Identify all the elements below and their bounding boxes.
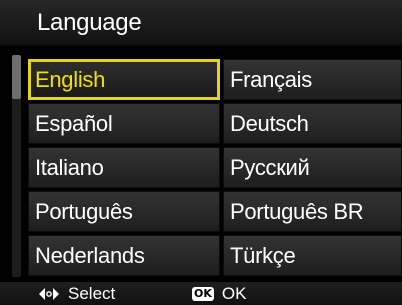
hint-bar: Select OK OK xyxy=(0,282,402,305)
ok-hint: OK OK xyxy=(192,282,246,305)
scrollbar[interactable] xyxy=(12,55,21,277)
scrollbar-thumb[interactable] xyxy=(12,55,21,99)
language-option-english[interactable]: English xyxy=(28,59,220,100)
language-label: Nederlands xyxy=(35,243,145,268)
title-bar: Language xyxy=(0,0,402,46)
language-label: Русский xyxy=(230,155,310,180)
ok-hint-label: OK xyxy=(221,283,247,303)
language-menu-screen: Language English Español Italiano Portug… xyxy=(0,0,402,305)
language-label: Português xyxy=(35,199,133,224)
dpad-left-right-icon xyxy=(39,287,59,300)
language-option-russian[interactable]: Русский xyxy=(223,147,402,188)
language-label: Deutsch xyxy=(230,111,309,136)
ok-button-icon: OK xyxy=(192,286,214,301)
page-title: Language xyxy=(37,9,142,36)
language-label: Türkçe xyxy=(230,243,296,268)
select-hint-label: Select xyxy=(68,283,116,303)
language-option-francais[interactable]: Français xyxy=(223,59,402,100)
language-label: Português BR xyxy=(230,199,364,224)
language-label: Français xyxy=(230,67,312,92)
language-option-deutsch[interactable]: Deutsch xyxy=(223,103,402,144)
language-option-italiano[interactable]: Italiano xyxy=(28,147,220,188)
language-label: Español xyxy=(35,111,113,136)
language-option-nederlands[interactable]: Nederlands xyxy=(28,235,220,276)
language-option-portugues-br[interactable]: Português BR xyxy=(223,191,402,232)
language-option-espanol[interactable]: Español xyxy=(28,103,220,144)
language-label: Italiano xyxy=(35,155,104,180)
language-option-portugues[interactable]: Português xyxy=(28,191,220,232)
select-hint: Select xyxy=(38,282,115,305)
language-label: English xyxy=(35,67,106,92)
language-option-turkce[interactable]: Türkçe xyxy=(223,235,402,276)
